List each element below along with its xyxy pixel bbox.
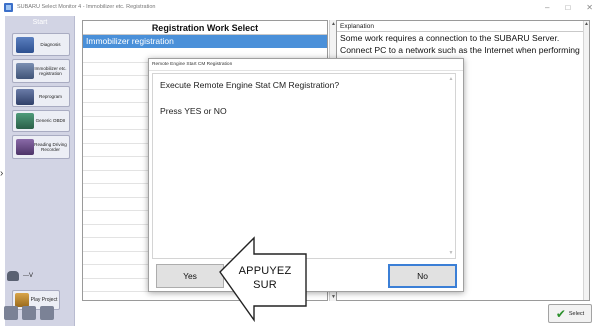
- window-controls: – □ ✕: [545, 0, 593, 14]
- checkmark-icon: ✔: [555, 306, 566, 321]
- sidebar-item-label: Diagnosis: [40, 41, 61, 47]
- window-title: SUBARU Select Monitor 4 - Immobilizer et…: [17, 4, 156, 10]
- select-label: Select: [568, 310, 585, 317]
- explanation-scrollbar[interactable]: ▲: [583, 21, 589, 300]
- battery-status: ---V: [7, 271, 33, 281]
- diagnosis-icon: [16, 36, 34, 53]
- play-project-label: Play Project: [30, 297, 58, 303]
- scroll-up-icon[interactable]: ▲: [447, 76, 455, 82]
- callout-line: SUR: [253, 279, 277, 291]
- sidebar-item-diagnosis[interactable]: Diagnosis: [12, 33, 70, 56]
- sidebar-item-generic-obdii[interactable]: Generic OBDII: [12, 110, 70, 132]
- explanation-line: Some work requires a connection to the S…: [340, 33, 560, 43]
- sidebar-start-label: Start: [32, 19, 48, 26]
- minimize-icon[interactable]: –: [545, 3, 549, 12]
- app-icon: [4, 2, 13, 12]
- recorder-icon: [16, 139, 34, 155]
- voltage-readout: ---V: [23, 273, 33, 279]
- car-icon: [7, 271, 19, 281]
- callout-label: APPUYEZ SUR: [232, 264, 298, 292]
- sidebar-item-label: Reading Driving Recorder: [34, 141, 67, 152]
- folder-icon: [15, 293, 29, 307]
- reprogram-icon: [16, 88, 34, 105]
- save-icon[interactable]: [22, 306, 36, 320]
- sidebar-item-reprogram[interactable]: Reprogram: [12, 86, 70, 107]
- settings-icon[interactable]: [4, 306, 18, 320]
- sidebar-item-label: Reprogram: [39, 93, 62, 99]
- title-bar: SUBARU Select Monitor 4 - Immobilizer et…: [0, 0, 597, 14]
- sidebar-item-immobilizer[interactable]: Immobilizer etc. registration: [12, 59, 70, 83]
- no-button[interactable]: No: [388, 264, 457, 288]
- sidebar-item-label: Generic OBDII: [35, 118, 66, 124]
- sidebar-item-driving-recorder[interactable]: Reading Driving Recorder: [12, 135, 70, 159]
- close-icon[interactable]: ✕: [586, 3, 593, 12]
- registration-selected-item[interactable]: Immobilizer registration: [83, 35, 327, 48]
- dialog-title: Remote Engine Start CM Registration: [149, 59, 463, 71]
- immobilizer-icon: [16, 63, 34, 79]
- sidebar-item-label: Immobilizer etc. registration: [34, 65, 67, 76]
- dialog-scrollbar[interactable]: ▲ ▼: [447, 74, 455, 258]
- dialog-question: Execute Remote Engine Stat CM Registrati…: [160, 80, 340, 90]
- callout-line: APPUYEZ: [238, 265, 292, 277]
- yes-button[interactable]: Yes: [156, 264, 224, 288]
- sidebar: Start Diagnosis Immobilizer etc. registr…: [5, 16, 75, 326]
- edge-arrow-icon: ›: [0, 168, 4, 179]
- dialog-instruction: Press YES or NO: [160, 106, 227, 116]
- select-button[interactable]: ✔ Select: [548, 304, 592, 323]
- dialog-message-area: Execute Remote Engine Stat CM Registrati…: [152, 73, 456, 259]
- bottom-toolbar: [4, 306, 54, 320]
- tools-icon[interactable]: [40, 306, 54, 320]
- registration-header: Registration Work Select: [83, 21, 327, 35]
- explanation-line: Connect PC to a network such as the Inte…: [340, 45, 580, 55]
- obd-icon: [16, 113, 34, 129]
- scroll-down-icon[interactable]: ▼: [447, 250, 455, 256]
- explanation-header: Explanation: [337, 21, 589, 32]
- maximize-icon[interactable]: □: [565, 3, 570, 12]
